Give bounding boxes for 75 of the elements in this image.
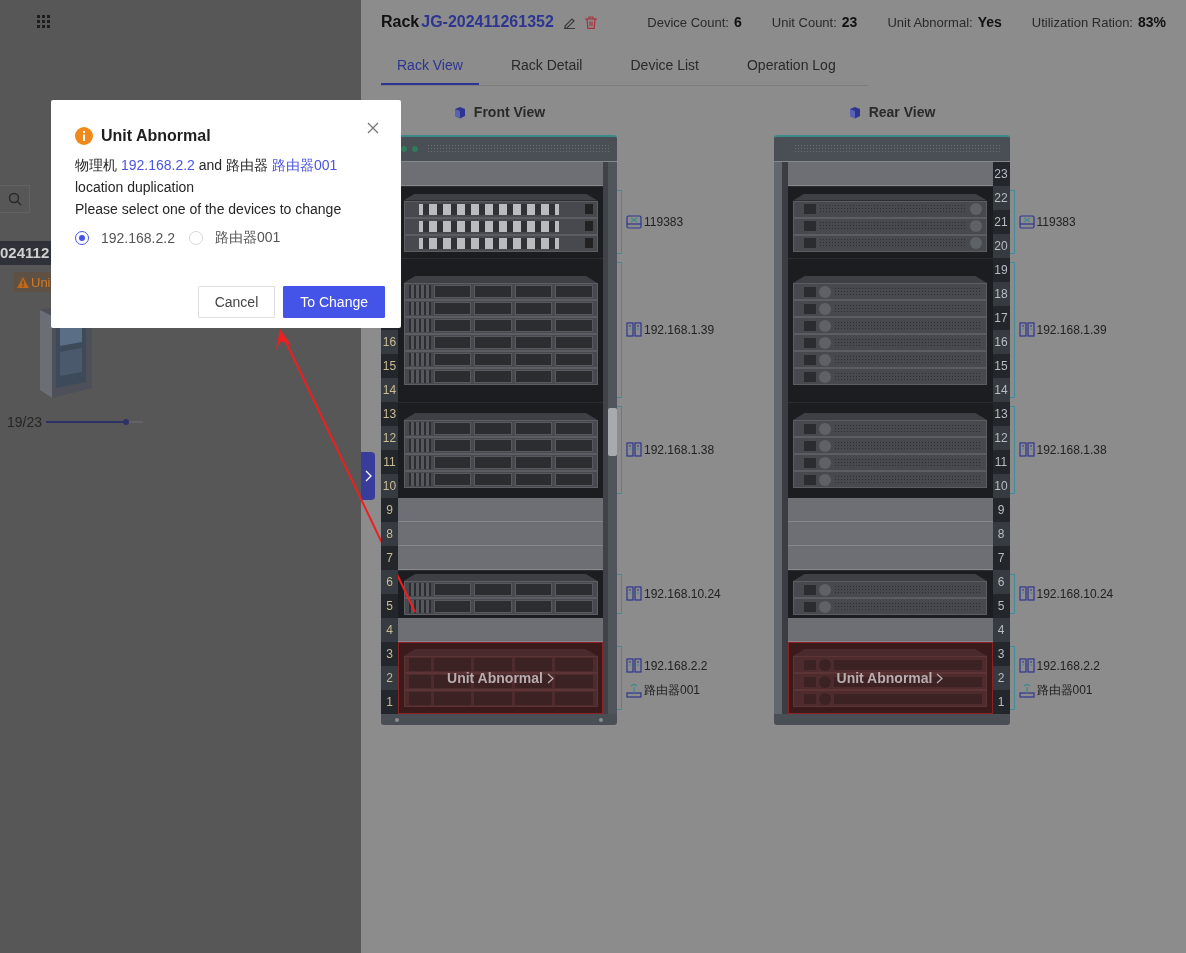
- server-icon: [1018, 322, 1035, 338]
- device-label[interactable]: 路由器001: [644, 681, 701, 699]
- device-label[interactable]: 192.168.10.24: [644, 587, 721, 601]
- device-link[interactable]: 192.168.2.2: [120, 157, 195, 173]
- stat-label: Utilization Ration:: [1031, 15, 1133, 30]
- unit-number: 4: [381, 618, 398, 642]
- view-title: Front View: [473, 104, 546, 120]
- grid-menu-icon[interactable]: [37, 14, 50, 28]
- unit-number: 10: [381, 474, 398, 498]
- server-icon: [626, 322, 642, 338]
- server-icon: [626, 586, 642, 602]
- rack-title: Rack: [381, 13, 420, 31]
- expand-button[interactable]: [361, 452, 375, 500]
- tab[interactable]: Device List: [614, 45, 715, 85]
- device-label[interactable]: 192.168.1.38: [1036, 443, 1107, 457]
- chevron-right-icon: [364, 470, 372, 482]
- server-icon: [626, 657, 642, 674]
- unit-number: 12: [381, 426, 398, 450]
- tab[interactable]: Operation Log: [730, 45, 852, 85]
- search-button[interactable]: [0, 185, 30, 213]
- dialog-prompt: Please select one of the devices to change: [75, 200, 343, 219]
- cube-icon: [847, 105, 861, 119]
- switch-icon: [626, 214, 642, 230]
- tab[interactable]: Rack View: [381, 45, 479, 85]
- device-label[interactable]: 192.168.10.24: [1036, 587, 1114, 601]
- option-label[interactable]: 路由器001: [214, 229, 281, 247]
- option-label[interactable]: 192.168.2.2: [101, 230, 175, 246]
- device-label[interactable]: 119383: [1036, 215, 1076, 229]
- device-label[interactable]: 192.168.1.39: [644, 323, 715, 337]
- stat-value: 83%: [1137, 14, 1166, 30]
- server-icon: [626, 442, 642, 458]
- change-button[interactable]: To Change: [283, 286, 385, 318]
- server-icon: [1018, 442, 1035, 458]
- info-icon: [75, 127, 93, 145]
- dialog-title: Unit Abnormal: [101, 127, 211, 145]
- search-icon: [7, 192, 22, 206]
- device-label[interactable]: 192.168.2.2: [644, 658, 708, 673]
- device-label[interactable]: 192.168.2.2: [1036, 658, 1100, 673]
- tag-text: Uni: [31, 274, 51, 290]
- device-label[interactable]: 119383: [644, 215, 684, 229]
- stat-label: Device Count:: [647, 15, 729, 30]
- chevron-right-icon: [546, 672, 554, 684]
- device-label[interactable]: 路由器001: [1036, 681, 1093, 699]
- unit-abnormal-link[interactable]: Unit Abnormal: [836, 670, 944, 686]
- unit-number: 6: [381, 570, 398, 594]
- chevron-right-icon: [936, 672, 944, 684]
- device-label[interactable]: 192.168.1.39: [1036, 323, 1107, 337]
- device-link[interactable]: 路由器001: [271, 157, 338, 173]
- server-icon: [1018, 657, 1035, 674]
- close-icon[interactable]: [367, 122, 379, 134]
- view-title: Rear View: [868, 104, 936, 120]
- dialog-message: 物理机 192.168.2.2 and 路由器 路由器001 location duplication: [75, 156, 339, 197]
- stat-value: 23: [841, 14, 858, 30]
- delete-icon[interactable]: [584, 15, 597, 29]
- warning-icon: [17, 276, 29, 288]
- router-icon: [626, 682, 642, 698]
- stat-value: 6: [734, 14, 742, 30]
- unit-number: 14: [381, 378, 398, 402]
- stat-value: Yes: [977, 14, 1002, 30]
- rack-code: JG-202411261352: [421, 13, 554, 31]
- switch-icon: [1018, 214, 1035, 230]
- unit-abnormal-link[interactable]: Unit Abnormal: [447, 670, 554, 686]
- cube-icon: [452, 105, 466, 119]
- unit-number: 2: [381, 666, 398, 690]
- server-icon: [1018, 586, 1035, 602]
- stat-label: Unit Count:: [771, 15, 837, 30]
- device-label[interactable]: 192.168.1.38: [644, 443, 715, 457]
- router-icon: [1018, 682, 1035, 698]
- unit-number: 16: [381, 330, 398, 354]
- stat-label: Unit Abnormal:: [887, 15, 973, 30]
- tab[interactable]: Rack Detail: [494, 45, 599, 85]
- status-lights-icon: [401, 146, 421, 152]
- unit-number: 8: [381, 522, 398, 546]
- rack-handle[interactable]: [608, 408, 617, 456]
- cancel-button[interactable]: Cancel: [197, 286, 276, 318]
